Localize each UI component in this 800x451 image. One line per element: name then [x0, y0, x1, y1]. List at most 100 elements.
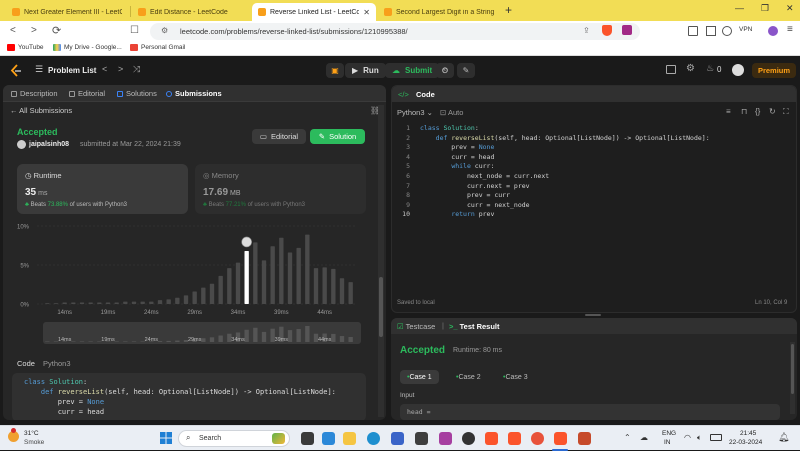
address-bar[interactable]: ⚙ leetcode.com/problems/reverse-linked-l…: [150, 23, 640, 40]
reload-icon[interactable]: ⟳: [52, 24, 61, 37]
store-icon[interactable]: [415, 432, 428, 445]
timer-icon[interactable]: ⏲: [436, 63, 454, 78]
avatar[interactable]: [732, 64, 744, 76]
profile-avatar[interactable]: [768, 26, 778, 36]
wifi-icon[interactable]: ◠: [684, 433, 691, 442]
browser-tab[interactable]: Second Largest Digit in a String - Le: [378, 3, 500, 21]
bookmark-code-icon[interactable]: ⊓: [741, 107, 747, 116]
volume-icon[interactable]: 🔈︎: [697, 433, 702, 443]
edge-browser-icon[interactable]: [367, 432, 380, 445]
browser-tab-active[interactable]: Reverse Linked List - LeetCode ✕: [252, 3, 376, 21]
brave-browser-icon[interactable]: [485, 432, 498, 445]
shuffle-icon[interactable]: ⤨: [133, 64, 140, 75]
wallet-icon[interactable]: [706, 26, 716, 36]
notes-icon[interactable]: ✎: [457, 63, 475, 78]
panel-resize-handle[interactable]: [585, 314, 601, 316]
bookmark-drive[interactable]: My Drive - Google...: [53, 44, 122, 51]
new-tab-plus-icon[interactable]: +: [505, 3, 512, 17]
bug-icon: ▣: [331, 66, 339, 75]
forward-arrow-icon[interactable]: >: [31, 25, 37, 36]
language-select[interactable]: Python3 ⌄: [397, 108, 433, 117]
problem-list-link[interactable]: Problem List: [48, 66, 96, 75]
bookmark-youtube[interactable]: YouTube: [7, 44, 44, 51]
fullscreen-icon[interactable]: ⛶: [783, 107, 789, 117]
tab-solutions[interactable]: Solutions: [117, 89, 157, 98]
left-scrollbar-track[interactable]: [378, 105, 384, 417]
left-scrollbar-thumb[interactable]: [379, 277, 383, 337]
debug-button[interactable]: ▣: [326, 63, 344, 78]
extensions-icon[interactable]: [722, 26, 732, 36]
next-problem-icon[interactable]: >: [118, 64, 123, 74]
taskbar-search[interactable]: ⌕ Search: [178, 430, 290, 447]
case-tab-1[interactable]: • Case 1: [400, 370, 439, 384]
settings-gear-icon[interactable]: ⚙: [686, 63, 695, 74]
brave-shield-icon[interactable]: [602, 25, 612, 36]
brave-rewards-icon[interactable]: [622, 25, 632, 35]
solution-button[interactable]: ✎ Solution: [310, 129, 365, 144]
media-player-icon[interactable]: [462, 432, 475, 445]
streak-fire-icon[interactable]: ♨: [706, 63, 714, 74]
browser-tab[interactable]: Next Greater Element III - LeetCode: [6, 3, 128, 21]
back-arrow-icon[interactable]: <: [10, 25, 16, 36]
brave-browser-icon[interactable]: [508, 432, 521, 445]
widgets-icon[interactable]: [322, 432, 335, 445]
task-view-icon[interactable]: [301, 432, 314, 445]
file-explorer-icon[interactable]: [343, 432, 356, 445]
memory-card[interactable]: ◎ Memory 17.69 MB ♣ Beats 77.21% of users…: [195, 164, 366, 214]
tab-test-result[interactable]: >_ Test Result: [449, 322, 500, 331]
result-scrollbar-thumb[interactable]: [791, 344, 794, 394]
tab-divider: |: [442, 321, 444, 330]
browser-tab[interactable]: Edit Distance - LeetCode: [132, 3, 250, 21]
result-scrollbar-track[interactable]: [790, 342, 795, 414]
maximize-icon[interactable]: ❐: [761, 3, 769, 14]
play-icon: ▶: [352, 66, 359, 75]
weather-temp[interactable]: 31°C: [24, 430, 39, 437]
site-info-icon[interactable]: ⚙: [161, 26, 168, 35]
auto-format-toggle[interactable]: ⊡ Auto: [440, 108, 463, 117]
runtime-card[interactable]: ◷ Runtime 35 ms ♣ Beats 73.88% of users w…: [17, 164, 188, 214]
app-icon[interactable]: [578, 432, 591, 445]
format-code-icon[interactable]: ≡: [726, 107, 731, 116]
bookmark-gmail[interactable]: Personal Gmail: [130, 44, 185, 51]
chart-range-bar: [166, 340, 171, 342]
tab-description[interactable]: Description: [11, 89, 58, 98]
tab-testcase[interactable]: ☑ Testcase: [397, 322, 435, 331]
vpn-button[interactable]: VPN: [739, 26, 752, 33]
editorial-button[interactable]: ▭ Editorial: [252, 129, 306, 144]
sidebar-toggle-icon[interactable]: [688, 26, 698, 36]
username[interactable]: jaipalsinh08: [29, 141, 69, 148]
battery-icon[interactable]: [710, 434, 722, 441]
brave-browser-active-icon[interactable]: [554, 432, 567, 445]
tray-chevron-icon[interactable]: ⌃: [624, 433, 631, 442]
google-drive-icon: [53, 44, 61, 51]
language-indicator[interactable]: ENG: [662, 430, 676, 437]
window-close-icon[interactable]: ✕: [786, 3, 794, 14]
tab-editorial[interactable]: Editorial: [69, 89, 105, 98]
intellij-icon[interactable]: [439, 432, 452, 445]
submit-button[interactable]: ☁ Submit: [385, 63, 440, 78]
clock-time[interactable]: 21:45: [740, 430, 756, 437]
bookmark-icon[interactable]: ☐: [130, 25, 139, 36]
layout-icon[interactable]: [666, 65, 676, 74]
case-tab-2[interactable]: • Case 2: [449, 370, 488, 384]
reset-code-icon[interactable]: ↻: [769, 107, 776, 116]
run-button[interactable]: ▶ Run: [345, 63, 386, 78]
braces-icon[interactable]: {}: [755, 107, 760, 116]
problem-list-icon[interactable]: ☰: [35, 64, 43, 75]
minimize-icon[interactable]: —: [735, 3, 744, 13]
windows-start-icon[interactable]: [160, 432, 172, 444]
leetcode-logo-icon[interactable]: [10, 64, 22, 77]
prev-problem-icon[interactable]: <: [102, 64, 107, 74]
case-tab-3[interactable]: • Case 3: [496, 370, 535, 384]
all-submissions-link[interactable]: ← All Submissions: [10, 106, 72, 115]
cloud-icon[interactable]: ☁: [640, 433, 648, 442]
close-tab-icon[interactable]: ✕: [363, 8, 370, 17]
premium-button[interactable]: Premium: [752, 63, 796, 78]
app-icon[interactable]: [531, 432, 544, 445]
share-icon[interactable]: ⇪: [583, 26, 590, 35]
tab-submissions[interactable]: Submissions: [166, 89, 222, 98]
menu-icon[interactable]: ≡: [787, 24, 793, 35]
runtime-distribution-chart[interactable]: 10% 5% 0% 14ms 19ms 24ms 29ms 34ms 39ms 44ms 14ms 1…: [9, 220, 365, 346]
notification-bell-icon[interactable]: 🔔︎: [778, 432, 789, 443]
vscode-icon[interactable]: [391, 432, 404, 445]
